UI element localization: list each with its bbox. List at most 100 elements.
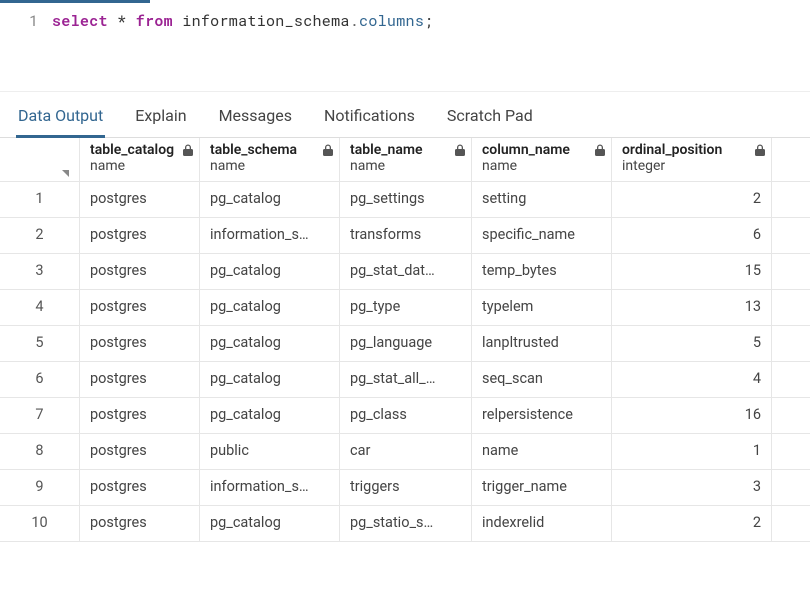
- row-number-header[interactable]: [0, 138, 80, 181]
- row-number-cell[interactable]: 5: [0, 326, 80, 361]
- cell-table-schema[interactable]: pg_catalog: [200, 326, 340, 361]
- row-number-cell[interactable]: 6: [0, 362, 80, 397]
- cell-column-name[interactable]: temp_bytes: [472, 254, 612, 289]
- cell-column-name[interactable]: setting: [472, 182, 612, 217]
- cell-table-name[interactable]: pg_statio_s…: [340, 506, 472, 541]
- cell-table-name[interactable]: pg_type: [340, 290, 472, 325]
- semicolon-token: ;: [424, 11, 433, 31]
- tab-data-output[interactable]: Data Output: [16, 100, 105, 138]
- cell-ordinal-position[interactable]: 15: [612, 254, 772, 289]
- table-row[interactable]: 9postgresinformation_s…triggerstrigger_n…: [0, 470, 810, 506]
- sql-code-line[interactable]: select * from information_schema.columns…: [52, 9, 433, 31]
- lock-icon: [183, 144, 193, 156]
- cell-table-catalog[interactable]: postgres: [80, 182, 200, 217]
- cell-column-name[interactable]: typelem: [472, 290, 612, 325]
- table-row[interactable]: 7postgrespg_catalogpg_classrelpersistenc…: [0, 398, 810, 434]
- column-header-title: ordinal_position: [622, 142, 761, 158]
- cell-column-name[interactable]: lanpltrusted: [472, 326, 612, 361]
- tab-notifications[interactable]: Notifications: [322, 100, 417, 138]
- table-row[interactable]: 1postgrespg_catalogpg_settingssetting2: [0, 182, 810, 218]
- cell-ordinal-position[interactable]: 4: [612, 362, 772, 397]
- cell-ordinal-position[interactable]: 13: [612, 290, 772, 325]
- cell-table-catalog[interactable]: postgres: [80, 218, 200, 253]
- cell-table-name[interactable]: pg_settings: [340, 182, 472, 217]
- cell-table-catalog[interactable]: postgres: [80, 470, 200, 505]
- cell-ordinal-position[interactable]: 2: [612, 182, 772, 217]
- column-header-title: table_catalog: [90, 142, 189, 158]
- column-header-table-catalog[interactable]: table_catalog name: [80, 138, 200, 181]
- cell-table-schema[interactable]: pg_catalog: [200, 362, 340, 397]
- cell-table-schema[interactable]: pg_catalog: [200, 398, 340, 433]
- tab-scratch-pad[interactable]: Scratch Pad: [445, 100, 535, 138]
- tab-messages[interactable]: Messages: [217, 100, 294, 138]
- cell-column-name[interactable]: trigger_name: [472, 470, 612, 505]
- cell-column-name[interactable]: name: [472, 434, 612, 469]
- table-row[interactable]: 3postgrespg_catalogpg_stat_dat…temp_byte…: [0, 254, 810, 290]
- cell-table-name[interactable]: triggers: [340, 470, 472, 505]
- cell-table-name[interactable]: pg_stat_all_…: [340, 362, 472, 397]
- cell-table-catalog[interactable]: postgres: [80, 326, 200, 361]
- row-number-cell[interactable]: 7: [0, 398, 80, 433]
- cell-table-schema[interactable]: public: [200, 434, 340, 469]
- lock-icon: [323, 144, 333, 156]
- table-row[interactable]: 10postgrespg_catalogpg_statio_s…indexrel…: [0, 506, 810, 542]
- row-number-cell[interactable]: 9: [0, 470, 80, 505]
- cell-column-name[interactable]: indexrelid: [472, 506, 612, 541]
- table-row[interactable]: 6postgrespg_catalogpg_stat_all_…seq_scan…: [0, 362, 810, 398]
- tab-explain[interactable]: Explain: [133, 100, 188, 138]
- keyword-select: select: [52, 11, 108, 31]
- result-grid: table_catalog name table_schema name tab…: [0, 138, 810, 542]
- cell-table-name[interactable]: pg_class: [340, 398, 472, 433]
- cell-table-schema[interactable]: pg_catalog: [200, 182, 340, 217]
- result-tabs: Data Output Explain Messages Notificatio…: [0, 92, 810, 138]
- table-row[interactable]: 4postgrespg_catalogpg_typetypelem13: [0, 290, 810, 326]
- cell-table-catalog[interactable]: postgres: [80, 254, 200, 289]
- cell-column-name[interactable]: seq_scan: [472, 362, 612, 397]
- table-row[interactable]: 2postgresinformation_s…transformsspecifi…: [0, 218, 810, 254]
- row-number-cell[interactable]: 8: [0, 434, 80, 469]
- cell-table-schema[interactable]: information_s…: [200, 218, 340, 253]
- cell-table-catalog[interactable]: postgres: [80, 434, 200, 469]
- row-number-cell[interactable]: 10: [0, 506, 80, 541]
- cell-table-catalog[interactable]: postgres: [80, 398, 200, 433]
- dot-token: .: [350, 11, 359, 31]
- cell-table-name[interactable]: transforms: [340, 218, 472, 253]
- cell-column-name[interactable]: relpersistence: [472, 398, 612, 433]
- column-header-table-schema[interactable]: table_schema name: [200, 138, 340, 181]
- column-header-column-name[interactable]: column_name name: [472, 138, 612, 181]
- cell-table-schema[interactable]: information_s…: [200, 470, 340, 505]
- cell-table-schema[interactable]: pg_catalog: [200, 506, 340, 541]
- cell-table-name[interactable]: pg_language: [340, 326, 472, 361]
- cell-column-name[interactable]: specific_name: [472, 218, 612, 253]
- cell-table-catalog[interactable]: postgres: [80, 506, 200, 541]
- cell-table-schema[interactable]: pg_catalog: [200, 290, 340, 325]
- cell-table-name[interactable]: car: [340, 434, 472, 469]
- column-header-table-name[interactable]: table_name name: [340, 138, 472, 181]
- grid-body: 1postgrespg_catalogpg_settingssetting22p…: [0, 182, 810, 542]
- identifier-table: columns: [359, 11, 424, 31]
- cell-table-catalog[interactable]: postgres: [80, 290, 200, 325]
- cell-table-catalog[interactable]: postgres: [80, 362, 200, 397]
- cell-table-name[interactable]: pg_stat_dat…: [340, 254, 472, 289]
- cell-table-schema[interactable]: pg_catalog: [200, 254, 340, 289]
- column-header-type: name: [210, 158, 329, 174]
- lock-icon: [755, 144, 765, 156]
- column-header-title: column_name: [482, 142, 601, 158]
- cell-ordinal-position[interactable]: 1: [612, 434, 772, 469]
- column-header-ordinal-position[interactable]: ordinal_position integer: [612, 138, 772, 181]
- cell-ordinal-position[interactable]: 2: [612, 506, 772, 541]
- column-header-title: table_name: [350, 142, 461, 158]
- grid-header-row: table_catalog name table_schema name tab…: [0, 138, 810, 182]
- sql-editor[interactable]: 1 select * from information_schema.colum…: [0, 3, 810, 92]
- table-row[interactable]: 5postgrespg_catalogpg_languagelanpltrust…: [0, 326, 810, 362]
- cell-ordinal-position[interactable]: 5: [612, 326, 772, 361]
- cell-ordinal-position[interactable]: 6: [612, 218, 772, 253]
- row-number-cell[interactable]: 4: [0, 290, 80, 325]
- row-number-cell[interactable]: 3: [0, 254, 80, 289]
- cell-ordinal-position[interactable]: 16: [612, 398, 772, 433]
- cell-ordinal-position[interactable]: 3: [612, 470, 772, 505]
- row-number-cell[interactable]: 1: [0, 182, 80, 217]
- column-header-type: name: [482, 158, 601, 174]
- table-row[interactable]: 8postgrespubliccarname1: [0, 434, 810, 470]
- row-number-cell[interactable]: 2: [0, 218, 80, 253]
